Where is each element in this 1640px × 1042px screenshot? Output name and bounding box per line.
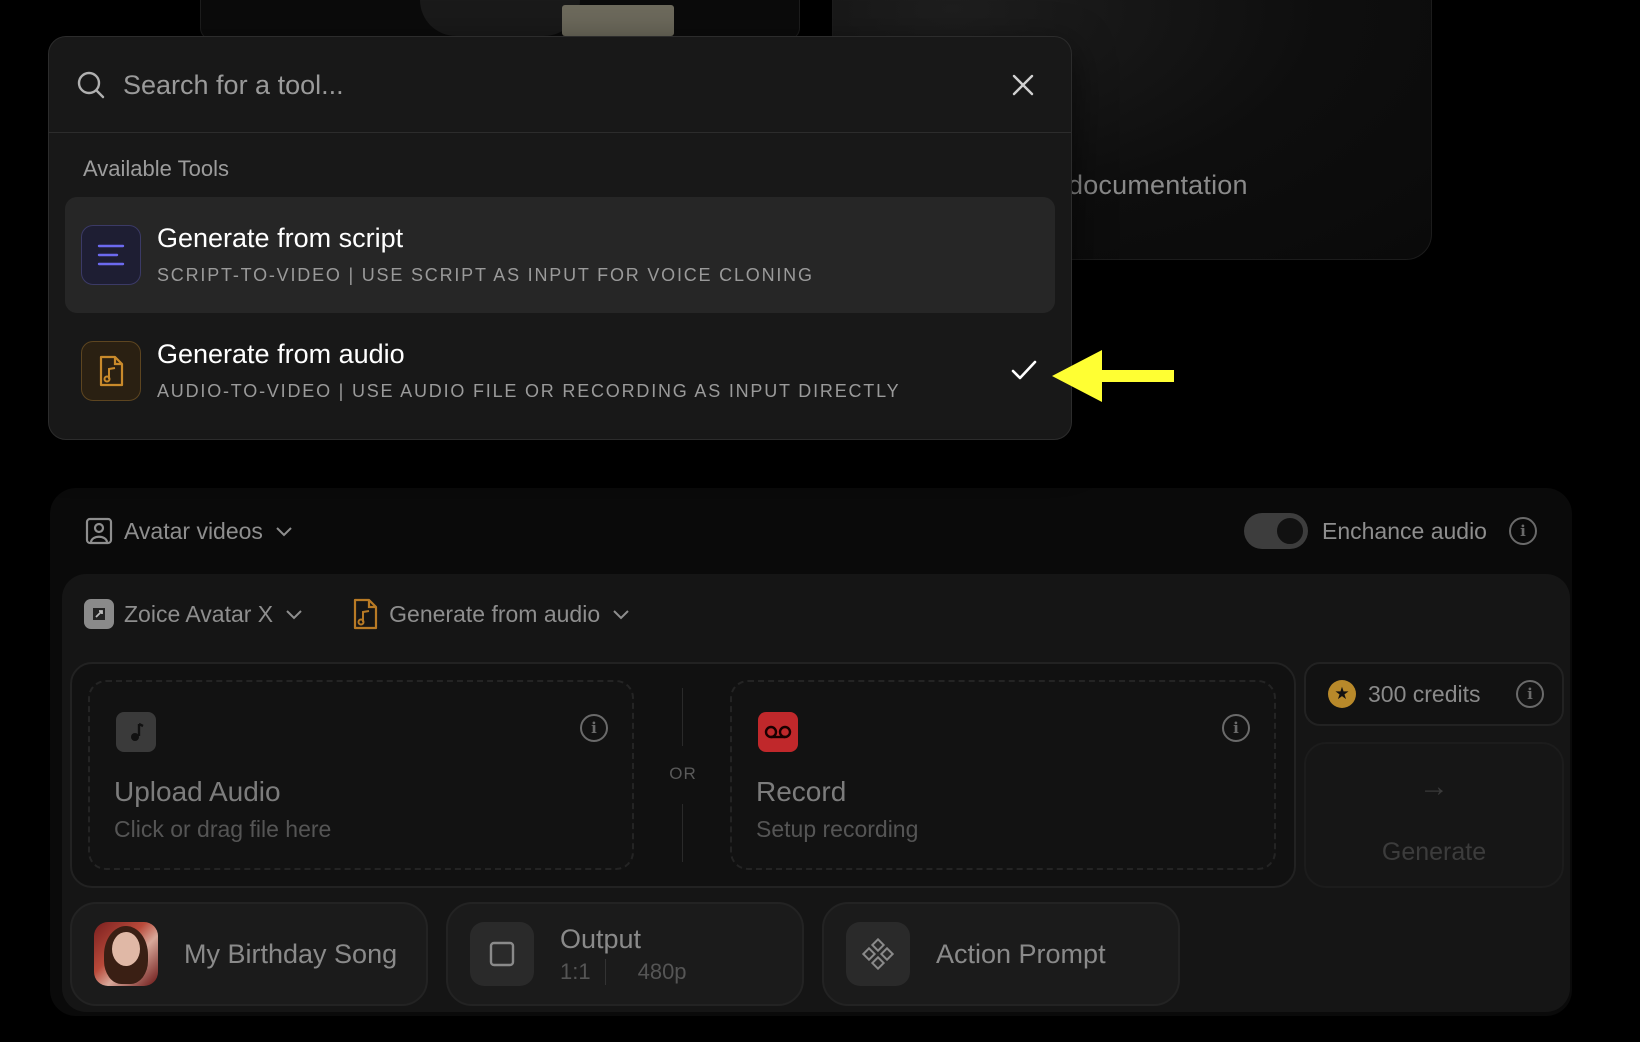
tool-title: Generate from script [157,223,404,253]
chevron-down-icon [286,610,302,620]
avatar-frame-icon [85,517,113,545]
section-label: Available Tools [83,156,229,181]
avatar-model-label: Zoice Avatar X [124,600,274,627]
record-subtitle: Setup recording [756,816,919,842]
info-icon[interactable]: i [1516,680,1544,708]
audio-file-icon [81,341,141,401]
output-settings-chip[interactable]: Output 1:1 480p [446,902,804,1006]
star-icon: ★ [1328,680,1356,708]
output-label: Output [560,923,642,954]
upload-audio-subtitle: Click or drag file here [114,816,332,842]
record-title: Record [756,776,847,807]
credits-badge: ★ 300 credits i [1304,662,1564,726]
voicemail-icon [758,712,798,752]
arrow-right-icon: → [1419,770,1449,803]
song-title: My Birthday Song [184,938,398,969]
tool-subtitle: SCRIPT-TO-VIDEO | USE SCRIPT AS INPUT FO… [157,265,814,285]
song-chip[interactable]: My Birthday Song [70,902,428,1006]
generate-button[interactable]: → Generate [1304,742,1564,888]
search-icon [77,71,105,99]
toggle-knob [1275,516,1305,546]
mode-label: Avatar videos [124,517,263,544]
mode-selector[interactable]: Avatar videos [84,514,295,548]
action-prompt-chip[interactable]: Action Prompt [822,902,1180,1006]
chevron-down-icon [276,527,292,537]
diamond-grid-icon [846,922,910,986]
tool-selector-label: Generate from audio [389,600,601,627]
record-dropzone[interactable]: i Record Setup recording [730,680,1276,870]
chevron-down-icon [613,610,629,620]
tool-subtitle: AUDIO-TO-VIDEO | USE AUDIO FILE OR RECOR… [157,381,901,401]
credits-text: 300 credits [1368,680,1481,707]
audio-file-icon [354,598,378,630]
enhance-audio-toggle[interactable] [1244,513,1308,549]
zoice-logo-icon [84,599,114,629]
tool-option-generate-from-audio[interactable]: Generate from audio AUDIO-TO-VIDEO | USE… [65,313,1055,429]
info-icon[interactable]: i [1222,714,1250,742]
generate-label: Generate [1381,838,1487,866]
tool-search-popup: Available Tools Generate from script SCR… [48,36,1072,440]
documentation-text: documentation [1068,170,1248,200]
info-icon[interactable]: i [580,714,608,742]
output-ratio: 1:1 [560,958,591,984]
text-lines-icon [81,225,141,285]
enhance-audio-label: Enchance audio [1322,517,1487,544]
search-bar [49,37,1071,133]
check-icon [1011,360,1037,380]
output-resolution: 480p [637,958,687,984]
info-icon[interactable]: i [1508,517,1537,545]
or-text: OR [669,764,697,783]
upload-audio-title: Upload Audio [114,776,281,807]
selector-bar: Zoice Avatar X Generate from audio [84,596,668,632]
pointer-arrow-icon [1052,350,1174,402]
music-note-icon [116,712,156,752]
song-avatar-thumbnail [94,922,158,986]
upload-audio-dropzone[interactable]: i Upload Audio Click or drag file here [88,680,634,870]
close-icon[interactable] [1011,73,1035,97]
background-thumbnail [420,0,580,36]
search-input[interactable] [123,63,943,107]
action-prompt-label: Action Prompt [936,938,1106,969]
tool-title: Generate from audio [157,339,405,369]
square-icon [470,922,534,986]
tool-option-generate-from-script[interactable]: Generate from script SCRIPT-TO-VIDEO | U… [65,197,1055,313]
avatar-model-selector[interactable]: Zoice Avatar X [84,599,305,629]
tool-selector[interactable]: Generate from audio [351,598,632,630]
or-divider: OR [668,688,698,868]
enhance-audio-control: Enchance audio i [1244,512,1537,550]
background-thumbnail-frame [562,5,674,36]
